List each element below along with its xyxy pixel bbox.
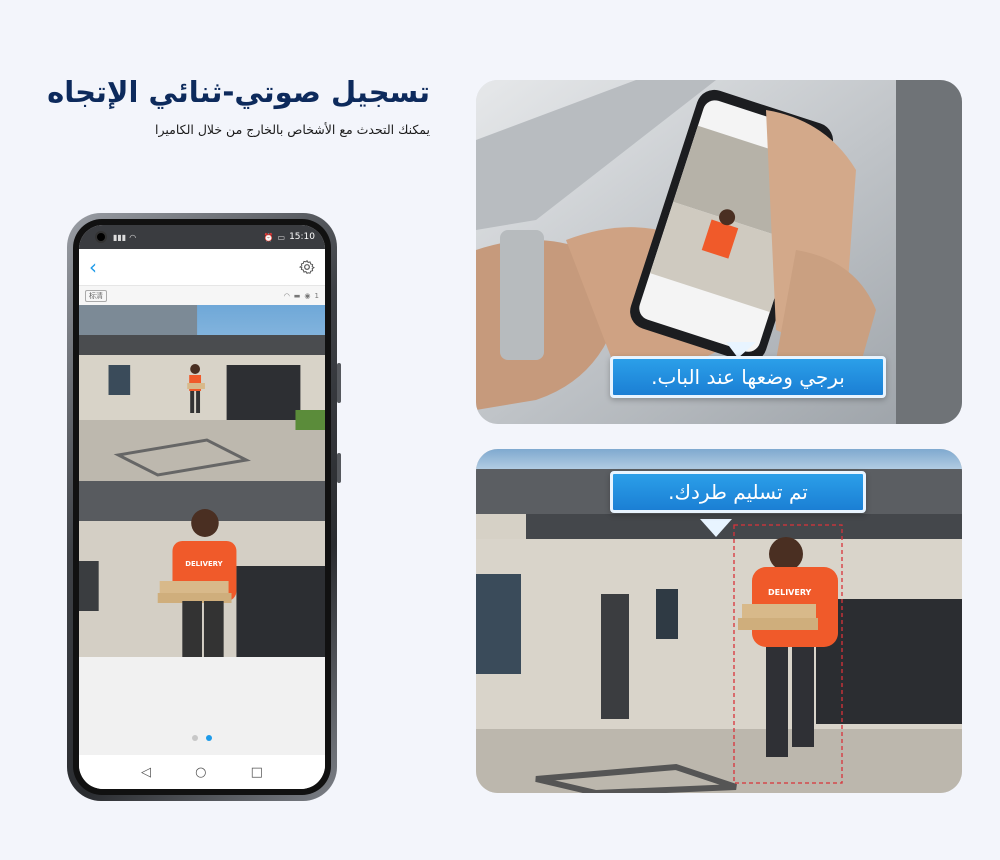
live-view-wide-image bbox=[79, 305, 325, 481]
battery-icon: ▭ bbox=[277, 232, 286, 242]
headline-block: تسجيل صوتي-ثنائي الإتجاه يمكنك التحدث مع… bbox=[40, 72, 430, 137]
speech-bubble-instruction: برجي وضعها عند الباب. bbox=[610, 356, 886, 398]
nav-home-icon[interactable]: ○ bbox=[195, 765, 206, 780]
stream-info-row: 标清 ◠ ▬ ◉ 1 bbox=[79, 285, 325, 305]
phone-mockup: ▮▮▮ ◠ ⏰ ▭ 15:10 ‹ 标清 ◠ ▬ ◉ 1 DELIVERY ◁ … bbox=[67, 213, 341, 801]
page-subtitle: يمكنك التحدث مع الأشخاص بالخارج من خلال … bbox=[155, 122, 430, 137]
eye-icon: ◉ bbox=[304, 291, 311, 300]
shirt-label: DELIVERY bbox=[185, 560, 223, 568]
back-chevron-icon[interactable]: ‹ bbox=[89, 257, 97, 277]
battery-level-icon: ▬ bbox=[293, 291, 301, 300]
volume-button bbox=[337, 363, 341, 403]
alarm-icon: ⏰ bbox=[263, 232, 274, 242]
phone-bezel: ▮▮▮ ◠ ⏰ ▭ 15:10 ‹ 标清 ◠ ▬ ◉ 1 DELIVERY ◁ … bbox=[73, 219, 331, 795]
nav-recent-icon[interactable]: □ bbox=[251, 765, 263, 780]
quality-toggle[interactable]: 标清 bbox=[85, 289, 107, 302]
live-view-wide[interactable] bbox=[79, 305, 325, 481]
android-nav-bar: ◁ ○ □ bbox=[79, 755, 325, 789]
pager-dot-active[interactable] bbox=[206, 735, 212, 741]
photo-card-delivery: DELIVERY تم تسليم طردك. bbox=[476, 449, 962, 793]
app-header: ‹ bbox=[79, 249, 325, 285]
page-title: تسجيل صوتي-ثنائي الإتجاه bbox=[47, 75, 430, 109]
signal-icon: ▮▮▮ bbox=[113, 232, 127, 242]
shirt-label-large: DELIVERY bbox=[768, 588, 812, 597]
settings-gear-icon[interactable] bbox=[299, 259, 315, 275]
power-button bbox=[337, 453, 341, 483]
speech-bubble-notification: تم تسليم طردك. bbox=[610, 471, 866, 513]
live-view-zoom[interactable]: DELIVERY bbox=[79, 481, 325, 657]
front-camera-icon bbox=[95, 231, 107, 243]
wifi-icon: ◠ bbox=[129, 232, 137, 242]
wifi-strength-icon: ◠ bbox=[283, 291, 290, 300]
pager-dot[interactable] bbox=[192, 735, 198, 741]
status-time: 15:10 bbox=[289, 232, 315, 242]
photo-card-phone-in-hand: برجي وضعها عند الباب. bbox=[476, 80, 962, 424]
phone-screen: ▮▮▮ ◠ ⏰ ▭ 15:10 ‹ 标清 ◠ ▬ ◉ 1 DELIVERY ◁ … bbox=[79, 225, 325, 789]
nav-back-icon[interactable]: ◁ bbox=[141, 765, 151, 780]
pager-dots bbox=[79, 735, 325, 741]
live-view-zoom-image: DELIVERY bbox=[79, 481, 325, 657]
viewer-count: 1 bbox=[314, 291, 319, 300]
status-bar: ▮▮▮ ◠ ⏰ ▭ 15:10 bbox=[79, 225, 325, 249]
